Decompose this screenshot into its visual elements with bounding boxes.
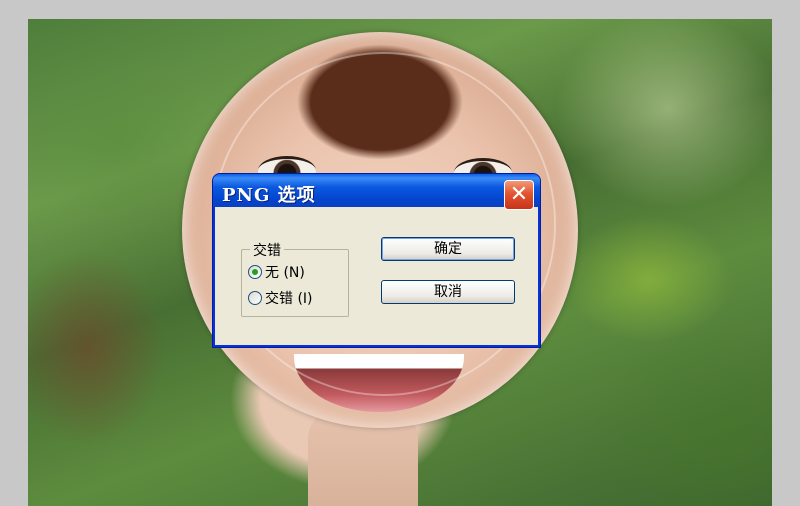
radio-button-interlaced[interactable] (248, 291, 262, 305)
radio-option-none[interactable]: 无 (N) (248, 262, 305, 282)
ok-button[interactable]: 确定 (381, 237, 515, 261)
cancel-button[interactable]: 取消 (381, 280, 515, 304)
close-button[interactable]: ✕ (504, 180, 534, 210)
dialog-title: PNG 选项 (222, 185, 316, 206)
interlace-groupbox: 交错 无 (N) 交错 (I) (241, 240, 349, 317)
radio-label-none: 无 (N) (265, 265, 305, 281)
group-label: 交错 (250, 240, 284, 260)
dialog-titlebar[interactable]: PNG 选项 ✕ (213, 174, 540, 210)
close-icon: ✕ (509, 182, 529, 207)
radio-button-none[interactable] (248, 265, 262, 279)
radio-option-interlaced[interactable]: 交错 (I) (248, 288, 313, 308)
radio-label-interlaced: 交错 (I) (265, 291, 313, 307)
png-options-dialog: PNG 选项 ✕ 交错 无 (N) 交错 (I) 确定 取消 (213, 174, 540, 347)
